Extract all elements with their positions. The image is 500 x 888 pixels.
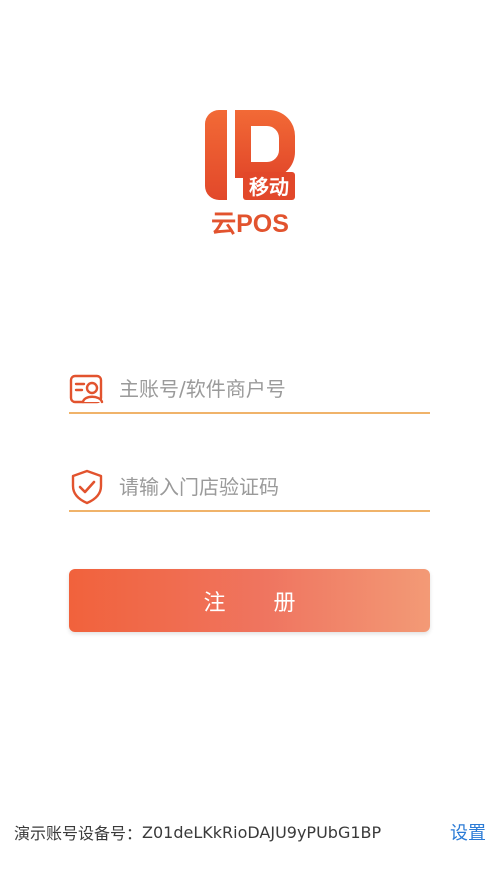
account-field-row bbox=[69, 366, 430, 414]
device-id: Z01deLKkRioDAJU9yPUbG1BP bbox=[142, 822, 382, 842]
logo-badge-text: 移动 bbox=[249, 175, 289, 199]
login-screen: 移动 云POS 注册 演示账号设备号： Z01deLKkRioDAJU9yPUb… bbox=[0, 0, 500, 888]
register-button-label: 注册 bbox=[203, 590, 344, 616]
device-info-footer: 演示账号设备号： Z01deLKkRioDAJU9yPUbG1BP 设置 bbox=[14, 819, 490, 845]
brand-name: 云POS bbox=[211, 210, 289, 238]
shield-check-icon bbox=[71, 469, 103, 505]
device-label: 演示账号设备号： bbox=[14, 824, 143, 843]
account-card-icon bbox=[69, 374, 104, 404]
register-button[interactable]: 注册 bbox=[69, 569, 430, 632]
store-code-field-row bbox=[69, 464, 430, 512]
app-logo-icon: 移动 bbox=[205, 110, 295, 200]
store-code-input[interactable] bbox=[119, 475, 419, 499]
account-input[interactable] bbox=[119, 377, 419, 401]
settings-link[interactable]: 设置 bbox=[450, 819, 486, 845]
